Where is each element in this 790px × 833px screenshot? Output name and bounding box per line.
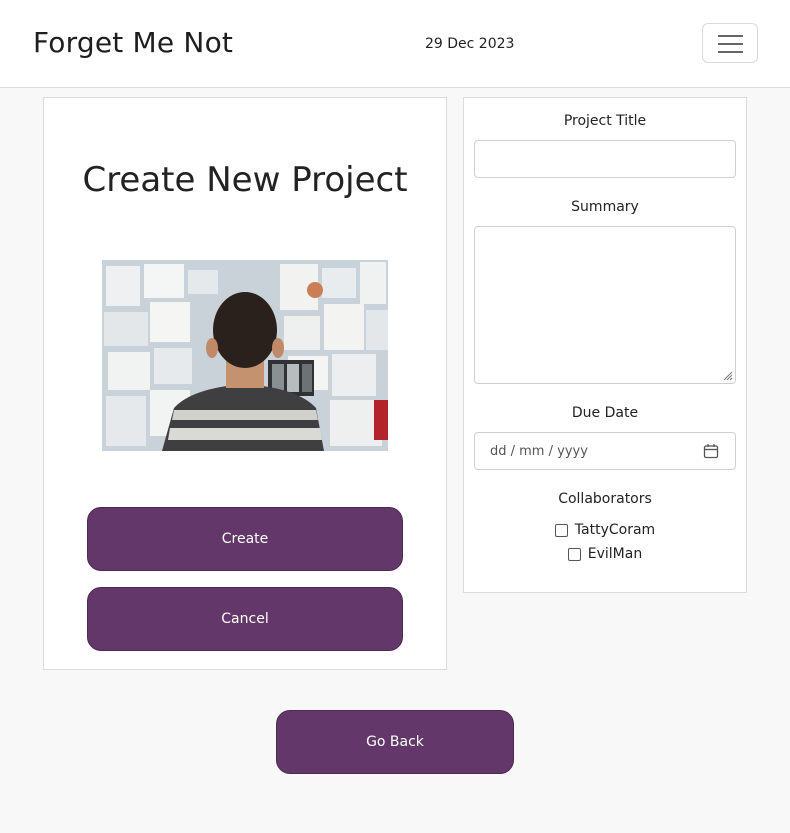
menu-bar-line xyxy=(718,43,743,45)
menu-bar-line xyxy=(718,35,743,37)
calendar-icon[interactable] xyxy=(703,443,719,459)
summary-textarea[interactable] xyxy=(474,226,736,384)
due-date-label: Due Date xyxy=(571,405,639,421)
collaborator-checkbox[interactable] xyxy=(567,547,581,561)
menu-bar-line xyxy=(718,51,743,53)
collaborator-name: EvilMan xyxy=(587,546,643,562)
project-board-photo xyxy=(102,260,388,451)
collaborator-option[interactable]: TattyCoram xyxy=(464,522,746,538)
go-back-button[interactable]: Go Back xyxy=(276,710,514,774)
brand-title[interactable]: Forget Me Not xyxy=(33,26,233,59)
resize-handle-icon[interactable] xyxy=(721,369,733,381)
collaborator-option[interactable]: EvilMan xyxy=(464,546,746,562)
hamburger-menu-icon[interactable] xyxy=(702,23,758,63)
create-project-card: Create New Project Create Cancel xyxy=(43,97,447,670)
project-title-label: Project Title xyxy=(563,113,647,129)
cancel-button[interactable]: Cancel xyxy=(87,587,403,651)
summary-label: Summary xyxy=(571,199,639,215)
due-date-input[interactable]: dd / mm / yyyy xyxy=(474,432,736,470)
page-title: Create New Project xyxy=(82,160,408,200)
collaborator-name: TattyCoram xyxy=(574,522,656,538)
create-button[interactable]: Create xyxy=(87,507,403,571)
navbar: Forget Me Not 29 Dec 2023 xyxy=(0,0,790,88)
collaborator-checkbox[interactable] xyxy=(554,523,568,537)
current-date: 29 Dec 2023 xyxy=(425,36,515,52)
due-date-placeholder: dd / mm / yyyy xyxy=(490,444,588,459)
project-title-input[interactable] xyxy=(474,140,736,178)
project-form-card: Project Title Summary Due Date dd / mm /… xyxy=(463,97,747,593)
collaborators-label: Collaborators xyxy=(558,491,652,507)
